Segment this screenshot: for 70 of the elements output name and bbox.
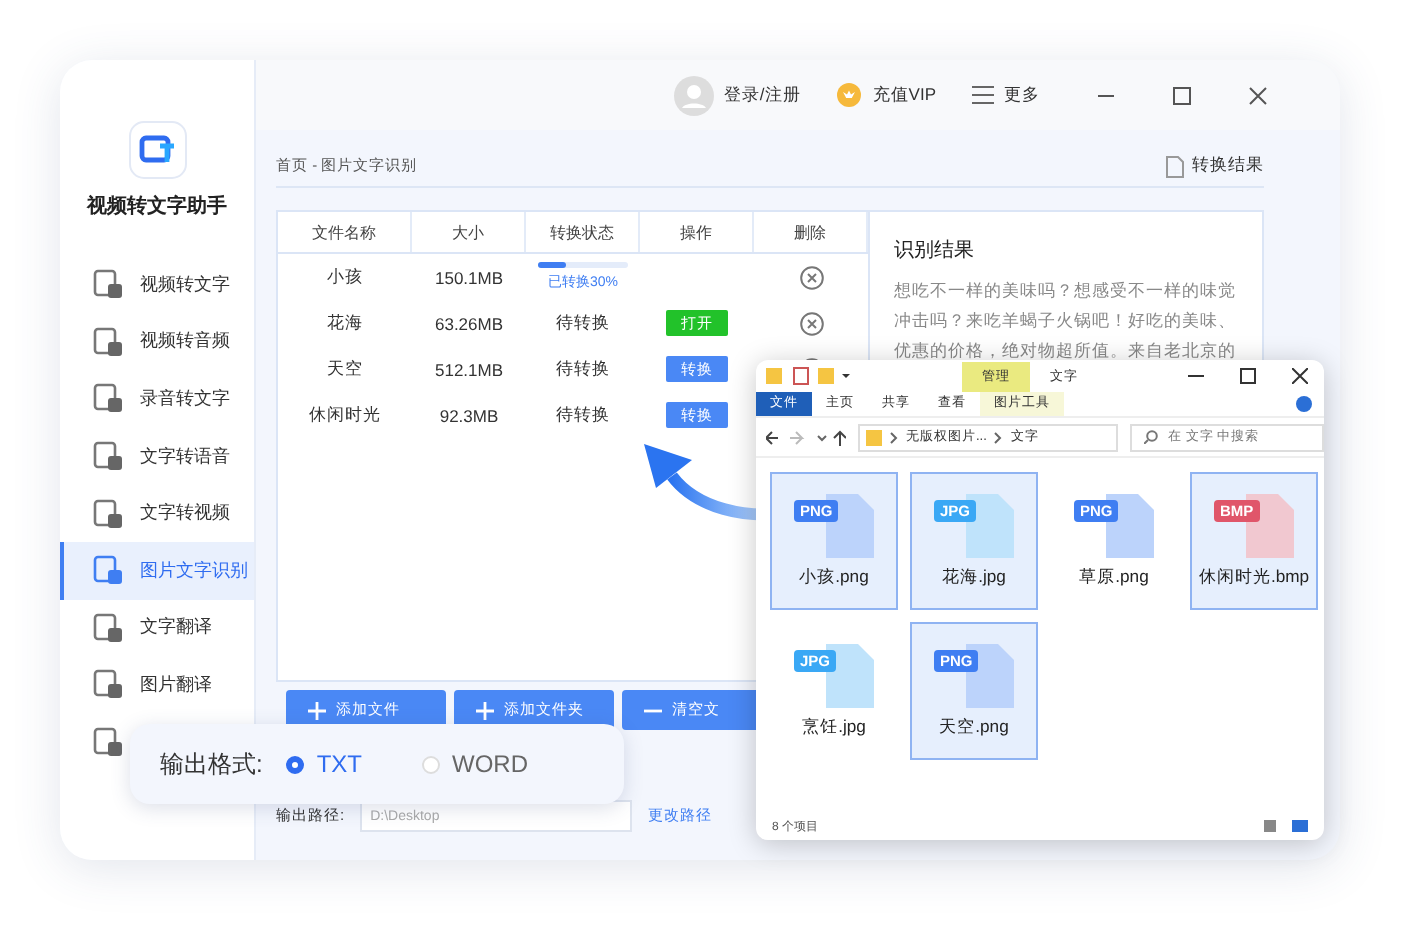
column-header: 文件名称: [278, 212, 412, 252]
tool-icon: [92, 325, 124, 358]
avatar-icon: [673, 75, 714, 115]
column-header: 删除: [754, 212, 868, 252]
logo-icon: [127, 120, 187, 180]
folder-icon: [866, 429, 882, 445]
file-name: 草原.png: [1079, 565, 1149, 589]
table-cell-text: 天空: [325, 355, 365, 381]
table-cell-text: 150.1MB: [432, 265, 506, 291]
sidebar-item[interactable]: 文字翻译: [60, 599, 254, 657]
format-label: 输出格式:: [160, 747, 263, 781]
column-header: 操作: [640, 212, 754, 252]
tool-icon: [92, 268, 124, 301]
tool-icon: [92, 497, 124, 530]
search-icon: [1144, 430, 1158, 444]
tool-icon: [92, 382, 124, 415]
delete-icon[interactable]: [799, 311, 823, 335]
close-icon[interactable]: [1292, 368, 1308, 384]
sidebar-item[interactable]: 图片翻译: [60, 656, 254, 714]
plus-icon: [308, 701, 326, 719]
table-cell-text: 休闲时光: [307, 401, 383, 427]
crown-icon: [836, 82, 863, 108]
sidebar-item[interactable]: 文字转视频: [60, 484, 254, 542]
table-cell-text: 小孩: [325, 263, 365, 289]
close-icon[interactable]: [1248, 85, 1268, 105]
result-link[interactable]: 转换结果: [1166, 154, 1264, 178]
tool-icon: [92, 554, 124, 587]
table-cell: 待转换: [556, 311, 610, 335]
sidebar-item[interactable]: 视频转音频: [60, 313, 254, 371]
table-cell-text: 92.3MB: [437, 403, 501, 429]
tool-icon: [92, 611, 124, 644]
sidebar-item[interactable]: 录音转文字: [60, 370, 254, 428]
table-cell-text: 花海: [325, 309, 365, 335]
plus-icon: [476, 701, 494, 719]
view-toggle-icon[interactable]: [1264, 820, 1308, 832]
table-cell: 待转换: [556, 357, 610, 381]
vip-button[interactable]: 充值VIP: [836, 82, 936, 108]
file-name: 烹饪.jpg: [802, 715, 866, 739]
file-name: 花海.jpg: [942, 565, 1006, 589]
table-cell: 待转换: [556, 403, 610, 427]
maximize-icon[interactable]: [1172, 85, 1192, 105]
chevron-icon: [890, 431, 898, 443]
tool-icon: [92, 668, 124, 701]
column-header: 大小: [412, 212, 526, 252]
result-text: 想吃不一样的美味吗？想感受不一样的味觉冲击吗？来吃羊蝎子火锅吧！好吃的美味、优惠的价格，绝对物超所值。来自老北京的: [894, 278, 1238, 364]
more-menu[interactable]: 更多: [972, 83, 1040, 107]
table-cell-text: 512.1MB: [432, 357, 506, 383]
file-name: 小孩.png: [799, 565, 869, 589]
result-title: 识别结果: [894, 237, 976, 264]
column-header: 转换状态: [526, 212, 640, 252]
document-icon: [1166, 155, 1184, 177]
delete-icon[interactable]: [799, 265, 823, 289]
tool-icon: [92, 440, 124, 473]
sidebar-item[interactable]: 视频转文字: [60, 256, 254, 314]
navigation-arrows-drawing[interactable]: [766, 429, 846, 445]
radio-option[interactable]: TXT: [286, 750, 363, 778]
progress-bar: [538, 262, 628, 268]
sidebar-item[interactable]: 文字转语音: [60, 427, 254, 485]
help-icon[interactable]: [1296, 396, 1312, 412]
file-name: 天空.png: [939, 715, 1009, 739]
file-name: 休闲时光.bmp: [1198, 565, 1310, 589]
menu-icon: [972, 86, 994, 104]
table-cell-text: 63.26MB: [432, 311, 506, 337]
sidebar-item[interactable]: 图片文字识别: [60, 541, 254, 600]
radio-option[interactable]: WORD: [422, 750, 529, 778]
login-button[interactable]: 登录/注册: [673, 75, 801, 115]
maximize-icon[interactable]: [1240, 368, 1256, 384]
tool-icon: [92, 726, 124, 759]
chevron-icon: [994, 431, 1003, 443]
app-title: 视频转文字助手: [84, 192, 229, 220]
